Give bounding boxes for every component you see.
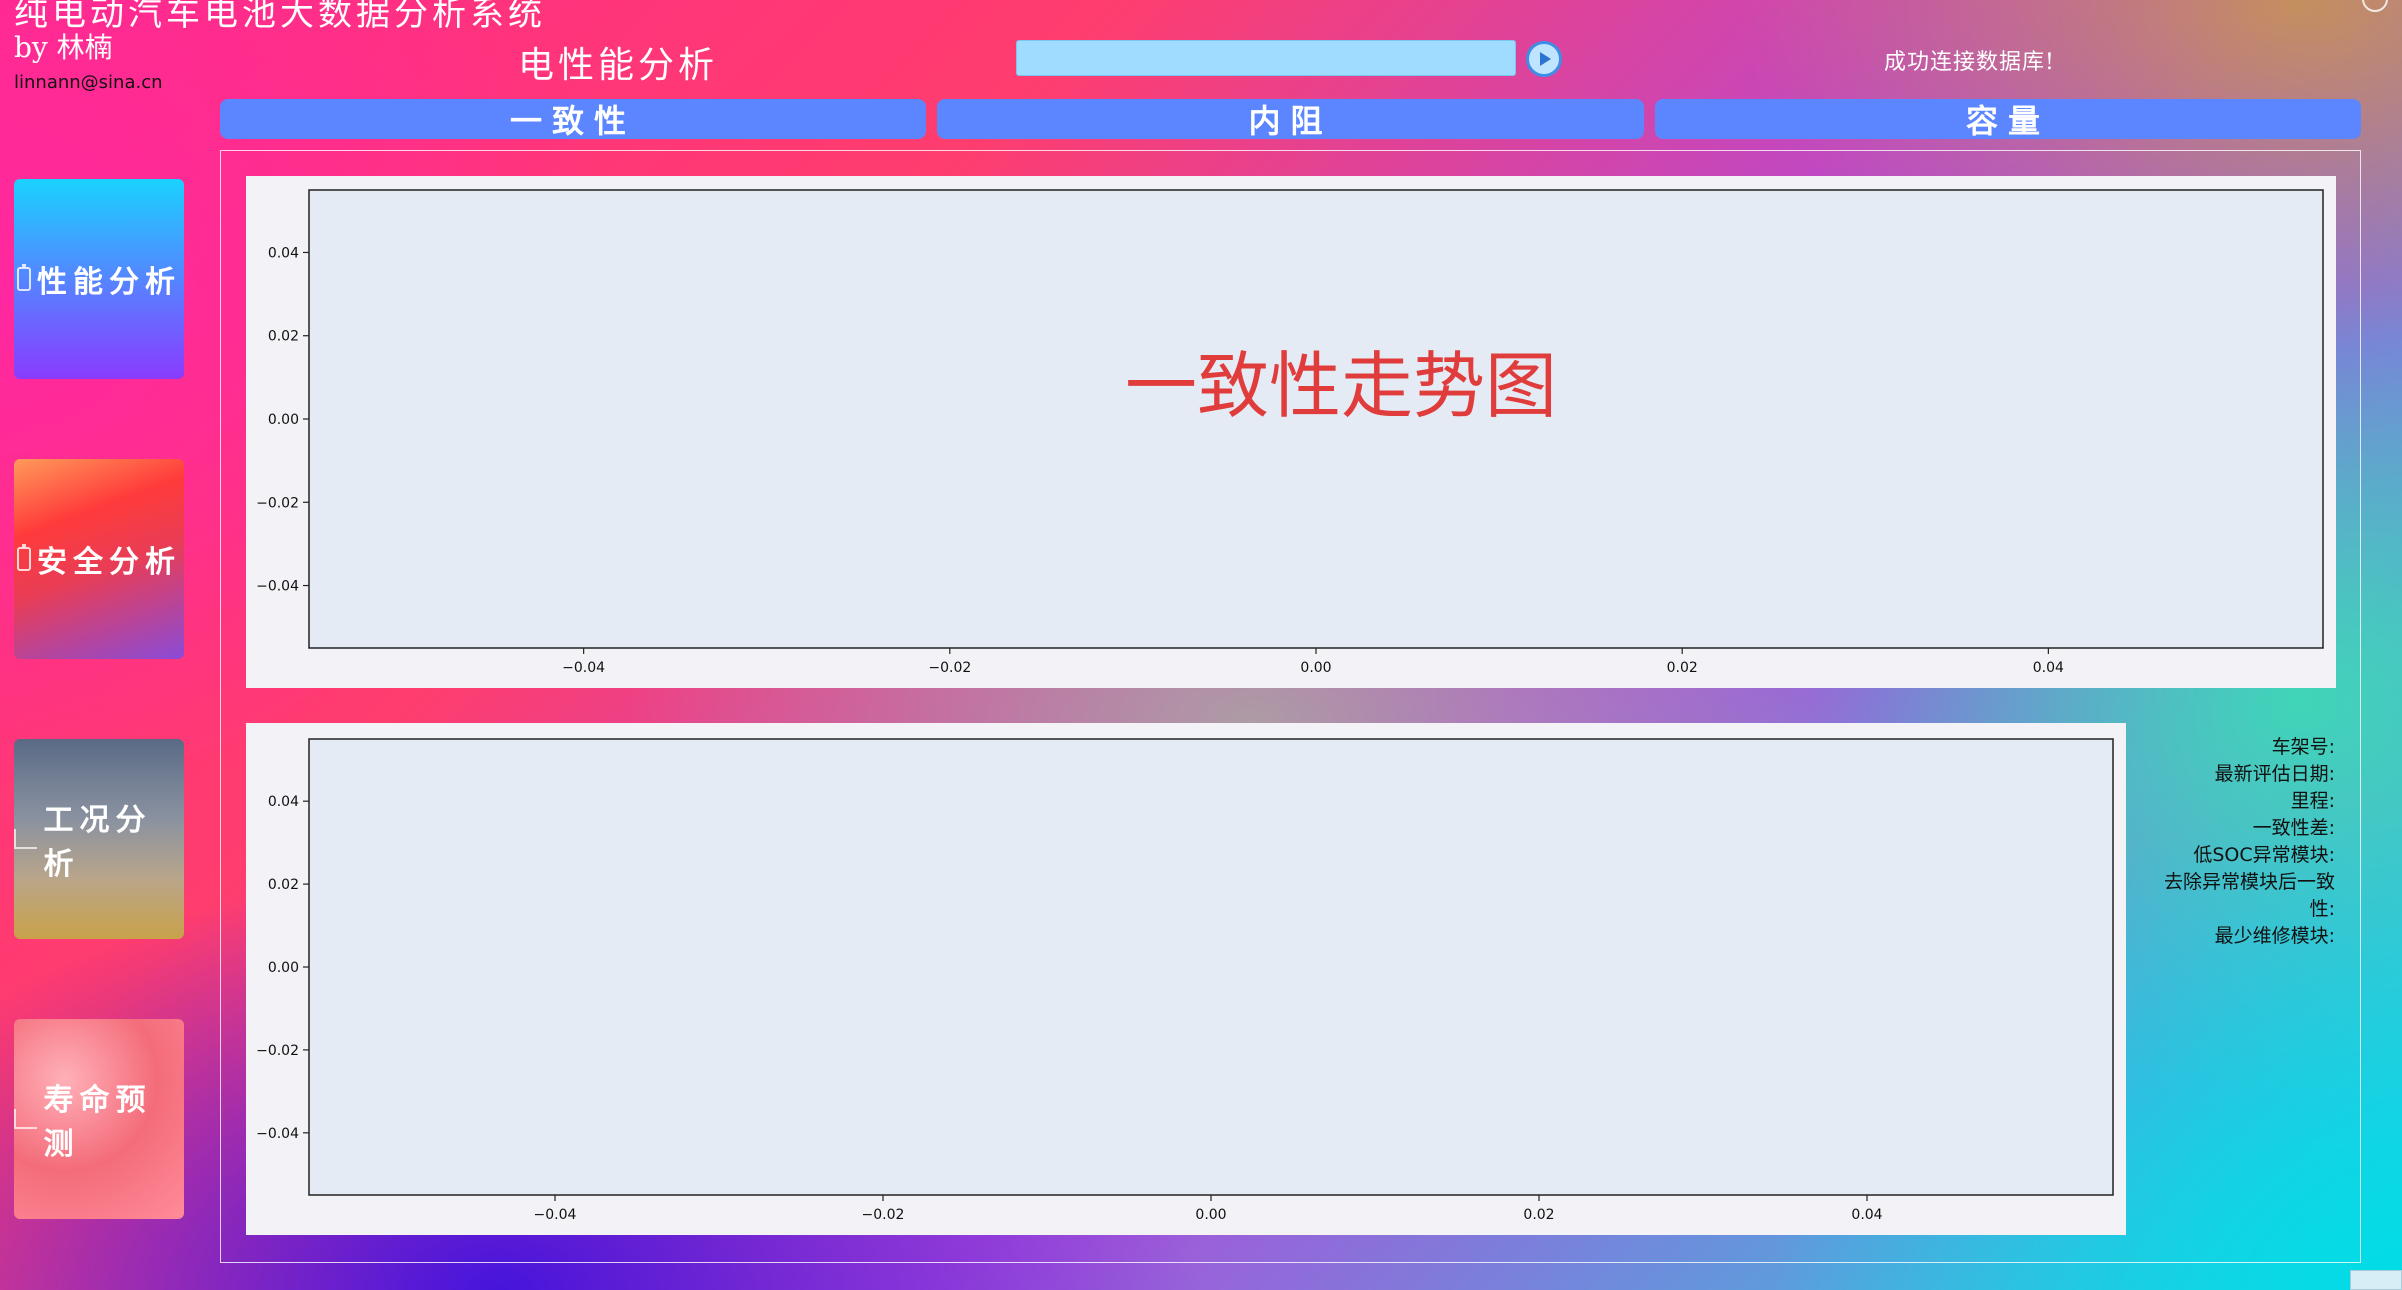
x-tick-label: 0.02 bbox=[1523, 1207, 1554, 1223]
consistency-after-removal-label: 去除异常模块后一致性: bbox=[2163, 871, 2335, 920]
x-tick-label: 0.04 bbox=[2033, 660, 2064, 676]
sidebar-item-label: 工况分析 bbox=[43, 803, 152, 882]
vin-label: 车架号: bbox=[2271, 736, 2335, 758]
x-tick-label: 0.02 bbox=[1667, 660, 1698, 676]
db-status-text: 成功连接数据库! bbox=[1884, 50, 2055, 75]
min-repair-module-label: 最少维修模块: bbox=[2214, 925, 2335, 947]
x-tick-label: −0.02 bbox=[928, 660, 971, 676]
x-tick-label: −0.02 bbox=[862, 1207, 905, 1223]
close-icon[interactable] bbox=[2362, 0, 2388, 12]
y-tick-label: −0.02 bbox=[256, 495, 299, 511]
mileage-label: 里程: bbox=[2290, 790, 2335, 812]
consistency-trend-chart: −0.04 −0.02 0.00 0.02 0.04 0.04 0.02 0.00 −0.02 −… bbox=[246, 176, 2336, 688]
y-tick-label: 0.00 bbox=[268, 412, 299, 428]
x-tick-label: −0.04 bbox=[534, 1207, 577, 1223]
tab-internal-resistance[interactable]: 内阻 bbox=[937, 99, 1644, 140]
battery-icon bbox=[17, 544, 31, 571]
y-tick-label: 0.02 bbox=[268, 877, 299, 893]
sidebar-item-safety[interactable]: 安全分析 bbox=[14, 459, 184, 659]
tab-capacity[interactable]: 容量 bbox=[1655, 99, 2361, 140]
chart-svg: −0.04 −0.02 0.00 0.02 0.04 0.04 0.02 0.00 −0.02 −… bbox=[256, 189, 2324, 676]
vehicle-info-panel: 车架号: 最新评估日期: 里程: 一致性差: 低SOC异常模块: 去除异常模块后… bbox=[2140, 734, 2345, 950]
resize-handle[interactable] bbox=[2350, 1270, 2402, 1290]
y-tick-label: 0.04 bbox=[268, 794, 299, 810]
y-tick-label: 0.02 bbox=[268, 329, 299, 345]
latest-eval-date-label: 最新评估日期: bbox=[2214, 763, 2335, 785]
tab-consistency[interactable]: 一致性 bbox=[220, 99, 926, 140]
sidebar-item-performance[interactable]: 性能分析 bbox=[14, 179, 184, 379]
chart-annotation: 一致性走势图 bbox=[1125, 344, 1557, 428]
bar-chart-icon bbox=[14, 829, 38, 849]
search-input[interactable] bbox=[1016, 40, 1516, 76]
line-chart-icon bbox=[14, 1109, 38, 1129]
y-tick-label: 0.04 bbox=[268, 245, 299, 261]
x-tick-label: 0.00 bbox=[1300, 660, 1331, 676]
sidebar-item-label: 安全分析 bbox=[37, 545, 181, 580]
author-label: by 林楠 bbox=[14, 31, 113, 64]
email-label: linnann@sina.cn bbox=[14, 72, 163, 93]
chart-svg: −0.04 −0.02 0.00 0.02 0.04 0.04 0.02 0.00 −0.02 −… bbox=[256, 738, 2114, 1223]
sidebar-item-label: 寿命预测 bbox=[43, 1083, 152, 1162]
consistency-diff-label: 一致性差: bbox=[2252, 817, 2335, 839]
plot-area bbox=[308, 738, 2114, 1196]
y-tick-label: 0.00 bbox=[268, 960, 299, 976]
sidebar-item-label: 性能分析 bbox=[37, 265, 181, 300]
x-tick-label: 0.04 bbox=[1851, 1207, 1882, 1223]
page-title: 电性能分析 bbox=[518, 45, 719, 86]
battery-icon bbox=[17, 264, 31, 291]
detail-chart: −0.04 −0.02 0.00 0.02 0.04 0.04 0.02 0.00 −0.02 −… bbox=[246, 723, 2126, 1235]
y-tick-label: −0.04 bbox=[256, 1126, 299, 1142]
x-tick-label: −0.04 bbox=[562, 660, 605, 676]
play-button[interactable] bbox=[1526, 41, 1562, 77]
sidebar-item-conditions[interactable]: 工况分析 bbox=[14, 739, 184, 939]
y-tick-label: −0.02 bbox=[256, 1043, 299, 1059]
y-tick-label: −0.04 bbox=[256, 579, 299, 595]
low-soc-module-label: 低SOC异常模块: bbox=[2193, 844, 2335, 866]
play-icon bbox=[1540, 52, 1551, 66]
x-tick-label: 0.00 bbox=[1195, 1207, 1226, 1223]
sidebar-item-life-prediction[interactable]: 寿命预测 bbox=[14, 1019, 184, 1219]
